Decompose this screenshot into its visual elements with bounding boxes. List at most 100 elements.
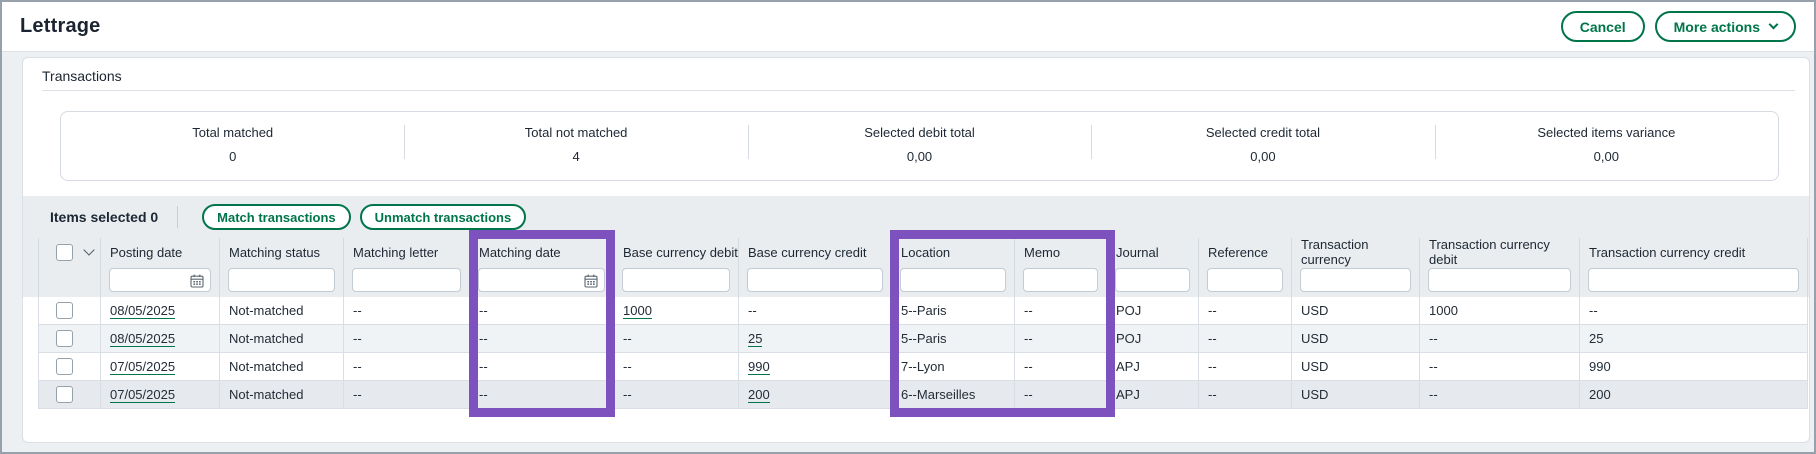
cell-value: USD: [1301, 303, 1328, 318]
cell-location: 5--Paris: [892, 297, 1015, 325]
column-header-label: Transaction currency credit: [1589, 245, 1745, 260]
cell-base-currency-credit: 25: [739, 325, 892, 353]
filter-input-base-currency-debit[interactable]: [622, 268, 730, 292]
cell-value: USD: [1301, 331, 1328, 346]
summary-item: Total matched0: [61, 112, 404, 180]
cell-base-currency-credit: --: [739, 297, 892, 325]
cell-matching-status: Not-matched: [220, 297, 344, 325]
cell-value: --: [1208, 303, 1217, 318]
transactions-panel: Transactions Total matched0Total not mat…: [22, 57, 1810, 443]
column-header-label: Transaction currency debit: [1429, 237, 1579, 267]
match-transactions-button[interactable]: Match transactions: [202, 204, 350, 230]
cell-value: 990: [1589, 359, 1611, 374]
cell-reference: --: [1199, 297, 1292, 325]
summary-item-value: 0,00: [1250, 149, 1275, 164]
cell-base-currency-debit: --: [614, 381, 739, 409]
summary-item: Total not matched4: [404, 112, 747, 180]
column-header-matching-date: Matching date: [470, 238, 614, 266]
cell-location: 5--Paris: [892, 325, 1015, 353]
cell-value: Not-matched: [229, 331, 303, 346]
cell-reference: --: [1199, 353, 1292, 381]
cell-value: 25: [1589, 331, 1603, 346]
filter-input-transaction-currency-debit[interactable]: [1428, 268, 1571, 292]
table-row: 07/05/2025Not-matched------9907--Lyon--A…: [38, 353, 1808, 381]
cell-transaction-currency: USD: [1292, 353, 1420, 381]
cell-base-currency-debit: --: [614, 353, 739, 381]
grid-header-row: Posting dateMatching statusMatching lett…: [38, 238, 1808, 266]
cell-base-currency-credit: 200: [739, 381, 892, 409]
column-header-label: Base currency debit: [623, 245, 738, 260]
cell-link-base-currency-debit[interactable]: 1000: [623, 303, 652, 319]
column-header-matching-status: Matching status: [220, 238, 344, 266]
filter-input-base-currency-credit[interactable]: [747, 268, 883, 292]
cell-posting-date: 07/05/2025: [101, 353, 220, 381]
summary-item-label: Total matched: [192, 125, 273, 140]
filter-input-matching-status[interactable]: [228, 268, 335, 292]
cell-value: --: [479, 387, 488, 402]
column-header-label: Matching status: [229, 245, 320, 260]
cell-journal: APJ: [1107, 353, 1199, 381]
cell-base-currency-debit: 1000: [614, 297, 739, 325]
cell-link-posting-date[interactable]: 07/05/2025: [110, 359, 175, 375]
cell-location: 6--Marseilles: [892, 381, 1015, 409]
chevron-down-icon: [1769, 20, 1779, 30]
cell-link-base-currency-credit[interactable]: 25: [748, 331, 762, 347]
cell-link-base-currency-credit[interactable]: 200: [748, 387, 770, 403]
filter-input-journal[interactable]: [1115, 268, 1190, 292]
row-checkbox[interactable]: [56, 386, 73, 403]
column-header-memo: Memo: [1015, 238, 1107, 266]
cell-value: 200: [1589, 387, 1611, 402]
cell-value: --: [353, 303, 362, 318]
cell-value: USD: [1301, 387, 1328, 402]
cell-value: 5--Paris: [901, 331, 947, 346]
cell-transaction-currency: USD: [1292, 297, 1420, 325]
cancel-button[interactable]: Cancel: [1561, 11, 1645, 42]
cell-value: --: [623, 331, 632, 346]
filter-cell-transaction-currency-debit: [1420, 266, 1580, 297]
chevron-down-icon[interactable]: [83, 244, 94, 255]
column-header-posting-date: Posting date: [101, 238, 220, 266]
filter-input-matching-letter[interactable]: [352, 268, 461, 292]
page-title: Lettrage: [20, 15, 101, 38]
cell-value: --: [1589, 303, 1598, 318]
table-row: 07/05/2025Not-matched------2006--Marseil…: [38, 381, 1808, 409]
filter-input-location[interactable]: [900, 268, 1006, 292]
cell-transaction-currency-credit: 990: [1580, 353, 1808, 381]
cell-journal: POJ: [1107, 297, 1199, 325]
cell-matching-status: Not-matched: [220, 353, 344, 381]
row-checkbox[interactable]: [56, 330, 73, 347]
filter-input-matching-date[interactable]: [478, 268, 605, 292]
cell-location: 7--Lyon: [892, 353, 1015, 381]
row-select-cell: [38, 353, 101, 381]
select-all-checkbox[interactable]: [56, 244, 73, 261]
cell-link-posting-date[interactable]: 08/05/2025: [110, 303, 175, 319]
cell-value: --: [1024, 331, 1033, 346]
cell-value: 6--Marseilles: [901, 387, 975, 402]
filter-input-transaction-currency-credit[interactable]: [1588, 268, 1799, 292]
cell-posting-date: 08/05/2025: [101, 325, 220, 353]
row-checkbox[interactable]: [56, 358, 73, 375]
cell-link-posting-date[interactable]: 07/05/2025: [110, 387, 175, 403]
filter-input-memo[interactable]: [1023, 268, 1098, 292]
cell-transaction-currency: USD: [1292, 325, 1420, 353]
column-header-label: Journal: [1116, 245, 1159, 260]
unmatch-transactions-button[interactable]: Unmatch transactions: [360, 204, 527, 230]
cell-reference: --: [1199, 381, 1292, 409]
cell-link-posting-date[interactable]: 08/05/2025: [110, 331, 175, 347]
select-all-cell: [38, 238, 101, 266]
filter-input-transaction-currency[interactable]: [1300, 268, 1411, 292]
row-checkbox[interactable]: [56, 302, 73, 319]
more-actions-button[interactable]: More actions: [1655, 11, 1796, 42]
filter-input-posting-date[interactable]: [109, 268, 211, 292]
cell-reference: --: [1199, 325, 1292, 353]
cell-value: --: [479, 303, 488, 318]
cell-value: --: [1208, 359, 1217, 374]
column-header-transaction-currency-credit: Transaction currency credit: [1580, 238, 1808, 266]
cell-value: --: [623, 387, 632, 402]
cell-link-base-currency-credit[interactable]: 990: [748, 359, 770, 375]
filter-cell-matching-date: [470, 266, 614, 297]
summary-item-label: Total not matched: [525, 125, 628, 140]
filter-input-reference[interactable]: [1207, 268, 1283, 292]
summary-bar: Total matched0Total not matched4Selected…: [60, 111, 1779, 181]
cell-value: Not-matched: [229, 359, 303, 374]
